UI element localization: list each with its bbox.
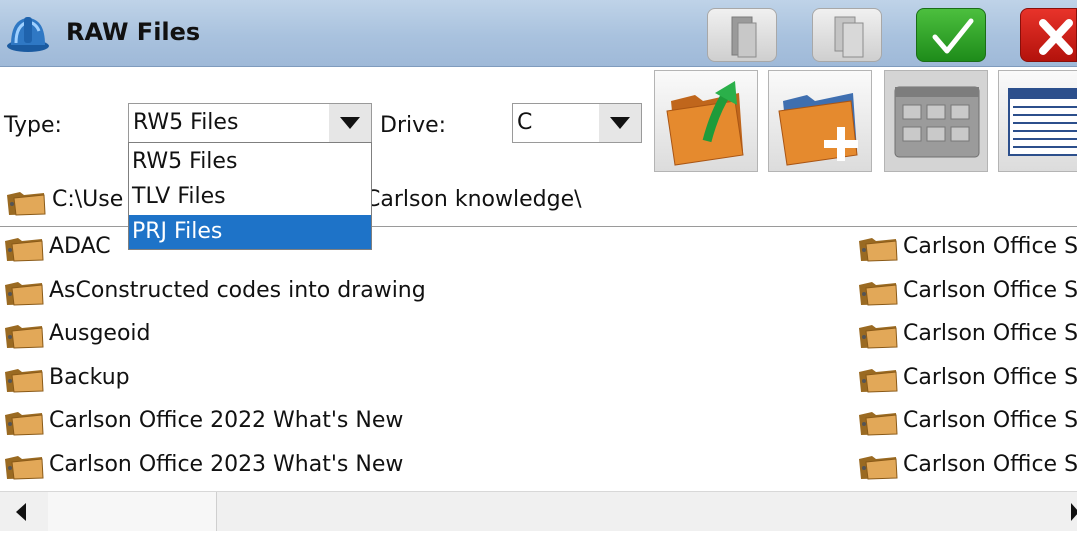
type-select[interactable]: RW5 Files xyxy=(128,103,372,143)
type-option-prj[interactable]: PRJ Files xyxy=(129,215,371,249)
title-bar: RAW Files xyxy=(0,0,1077,67)
drive-label: Drive: xyxy=(380,113,447,138)
copy-button[interactable] xyxy=(812,8,882,62)
new-folder-button[interactable] xyxy=(768,70,872,172)
type-dropdown-list[interactable]: RW5 Files TLV Files PRJ Files xyxy=(128,142,372,250)
type-label: Type: xyxy=(4,113,62,138)
window-title: RAW Files xyxy=(66,18,201,46)
folder-icon xyxy=(5,369,44,393)
icon-view-button[interactable] xyxy=(884,70,988,172)
folder-name: Carlson Office S xyxy=(903,452,1077,477)
folder-name: ADAC xyxy=(49,234,111,259)
list-view-button[interactable] xyxy=(998,70,1077,172)
folder-up-icon xyxy=(666,81,744,166)
arrow-left-icon xyxy=(16,503,26,521)
path-text-left: C:\Use xyxy=(52,187,124,212)
type-option-tlv[interactable]: TLV Files xyxy=(129,180,371,214)
drive-select[interactable]: C xyxy=(512,103,642,143)
folder-icon xyxy=(5,456,44,480)
drive-select-value: C xyxy=(517,110,533,135)
folder-name: Carlson Office S xyxy=(903,365,1077,390)
folder-icon xyxy=(859,238,898,262)
scroll-left-button[interactable] xyxy=(0,492,49,531)
folder-icon xyxy=(5,282,44,306)
folder-name: AsConstructed codes into drawing xyxy=(49,278,426,303)
list-view-icon xyxy=(1008,88,1077,156)
folder-name: Carlson Office 2023 What's New xyxy=(49,452,404,477)
checkmark-icon xyxy=(932,18,974,54)
folder-name: Backup xyxy=(49,365,130,390)
folder-name: Carlson Office S xyxy=(903,278,1077,303)
hardhat-icon xyxy=(7,17,49,52)
folder-name: Ausgeoid xyxy=(49,321,151,346)
folder-icon xyxy=(5,325,44,349)
folder-icon xyxy=(7,192,46,216)
folder-name: Carlson Office S xyxy=(903,321,1077,346)
folder-icon xyxy=(859,369,898,393)
path-text-right: Carlson knowledge\ xyxy=(365,187,582,212)
ok-button[interactable] xyxy=(916,8,986,62)
folder-name: Carlson Office 2022 What's New xyxy=(49,408,404,433)
type-select-value: RW5 Files xyxy=(133,110,239,135)
chevron-down-icon[interactable] xyxy=(329,104,371,142)
scroll-thumb[interactable] xyxy=(48,492,217,531)
folder-icon xyxy=(5,238,44,262)
folder-icon xyxy=(859,325,898,349)
folder-up-button[interactable] xyxy=(654,70,758,172)
horizontal-scrollbar[interactable] xyxy=(0,491,1077,531)
folder-icon xyxy=(859,456,898,480)
icon-view-icon xyxy=(894,86,980,158)
folder-icon xyxy=(859,282,898,306)
chevron-down-icon[interactable] xyxy=(599,104,641,142)
arrow-right-icon xyxy=(1071,503,1077,521)
folder-name: Carlson Office S xyxy=(903,408,1077,433)
folder-icon xyxy=(859,412,898,436)
folder-icon xyxy=(5,412,44,436)
close-icon xyxy=(1039,19,1073,55)
scroll-right-button[interactable] xyxy=(1063,492,1077,531)
copy-icon xyxy=(834,16,864,58)
folder-name: Carlson Office S xyxy=(903,234,1077,259)
cancel-button[interactable] xyxy=(1020,8,1077,62)
paste-button[interactable] xyxy=(707,8,777,62)
paste-icon xyxy=(731,16,757,58)
folder-list[interactable]: ADAC AsConstructed codes into drawing Ausg… xyxy=(0,228,1077,490)
type-option-rw5[interactable]: RW5 Files xyxy=(129,145,371,179)
new-folder-icon xyxy=(778,93,858,166)
